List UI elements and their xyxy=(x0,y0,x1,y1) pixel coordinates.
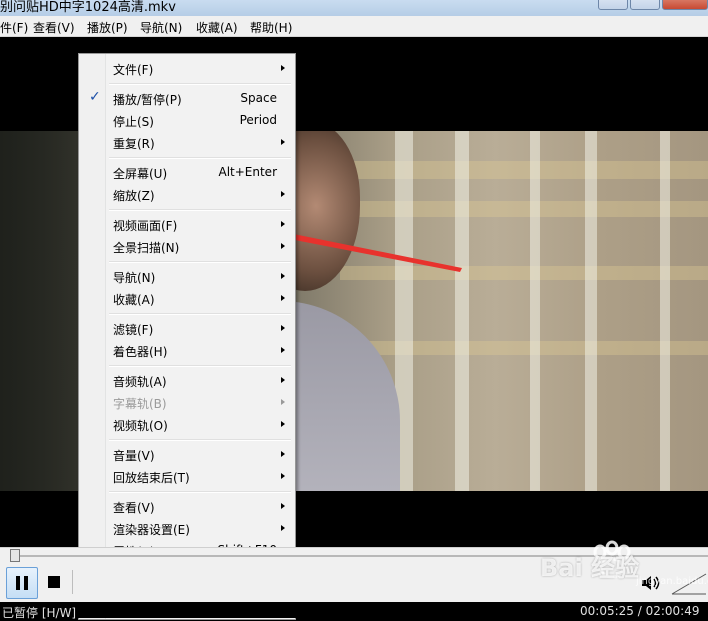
menu-item-view[interactable]: 查看(V) xyxy=(81,495,293,517)
submenu-arrow-icon xyxy=(281,473,285,479)
submenu-arrow-icon xyxy=(281,295,285,301)
close-button[interactable] xyxy=(662,0,708,10)
menu-item-label: 渲染器设置(E) xyxy=(113,523,190,537)
menu-item-zoom[interactable]: 缩放(Z) xyxy=(81,183,293,205)
menu-item-shortcut: Alt+Enter xyxy=(218,165,277,179)
submenu-arrow-icon xyxy=(281,503,285,509)
submenu-arrow-icon xyxy=(281,139,285,145)
playback-status: 已暂停 [H/W] xyxy=(2,606,77,620)
menu-separator xyxy=(109,157,291,159)
menu-item-label: 全景扫描(N) xyxy=(113,241,180,255)
menubar-favorites[interactable]: 收藏(A) xyxy=(196,19,238,36)
menu-item-navigate[interactable]: 导航(N) xyxy=(81,265,293,287)
menu-item-label: 字幕轨(B) xyxy=(113,397,167,411)
seek-thumb[interactable] xyxy=(10,549,20,562)
maximize-button[interactable] xyxy=(630,0,660,10)
menu-item-label: 停止(S) xyxy=(113,115,154,129)
menubar-play[interactable]: 播放(P) xyxy=(87,19,128,36)
pause-button[interactable] xyxy=(6,567,38,599)
menu-item-label: 回放结束后(T) xyxy=(113,471,190,485)
watermark: Bai 经验 jingyan.baidu.com xyxy=(540,540,708,590)
menu-item-repeat[interactable]: 重复(R) xyxy=(81,131,293,153)
menu-item-label: 全屏幕(U) xyxy=(113,167,168,181)
minimize-button[interactable] xyxy=(598,0,628,10)
menu-item-file[interactable]: 文件(F) xyxy=(81,57,293,79)
menu-item-subtitle-track: 字幕轨(B) xyxy=(81,391,293,413)
curtain-stripe xyxy=(530,131,540,491)
menu-separator xyxy=(109,439,291,441)
pause-icon xyxy=(24,576,28,590)
submenu-arrow-icon xyxy=(281,347,285,353)
menu-item-label: 导航(N) xyxy=(113,271,156,285)
menu-item-pan-scan[interactable]: 全景扫描(N) xyxy=(81,235,293,257)
submenu-arrow-icon xyxy=(281,273,285,279)
menu-item-stop[interactable]: 停止(S) Period xyxy=(81,109,293,131)
menu-item-label: 文件(F) xyxy=(113,63,154,77)
curtain-stripe xyxy=(585,131,597,491)
watermark-text: Bai 经验 xyxy=(540,554,640,582)
menu-item-label: 视频画面(F) xyxy=(113,219,178,233)
menu-item-label: 收藏(A) xyxy=(113,293,155,307)
menu-separator xyxy=(109,209,291,211)
menu-item-label: 滤镜(F) xyxy=(113,323,154,337)
menu-item-shortcut: Period xyxy=(239,113,277,127)
submenu-arrow-icon xyxy=(281,525,285,531)
menu-item-after-playback[interactable]: 回放结束后(T) xyxy=(81,465,293,487)
menubar-file[interactable]: 件(F) xyxy=(0,19,28,36)
submenu-arrow-icon xyxy=(281,325,285,331)
window-title: 别问贴HD中字1024高清.mkv xyxy=(0,0,176,15)
submenu-arrow-icon xyxy=(281,243,285,249)
menu-separator xyxy=(109,83,291,85)
menu-bar: 件(F) 查看(V) 播放(P) 导航(N) 收藏(A) 帮助(H) xyxy=(0,16,708,37)
context-menu: 文件(F) ✓ 播放/暂停(P) Space 停止(S) Period 重复(R) 全屏幕(U… xyxy=(78,53,296,620)
curtain-stripe xyxy=(455,131,469,491)
menu-separator xyxy=(109,491,291,493)
submenu-arrow-icon xyxy=(281,191,285,197)
menu-item-label: 查看(V) xyxy=(113,501,155,515)
submenu-arrow-icon xyxy=(281,65,285,71)
menu-item-label: 音频轨(A) xyxy=(113,375,167,389)
submenu-arrow-icon xyxy=(281,451,285,457)
menubar-view[interactable]: 查看(V) xyxy=(33,19,75,36)
divider xyxy=(72,570,73,594)
checkmark-icon: ✓ xyxy=(89,89,101,105)
menu-item-play-pause[interactable]: ✓ 播放/暂停(P) Space xyxy=(81,87,293,109)
submenu-arrow-icon xyxy=(281,421,285,427)
menu-item-favorites[interactable]: 收藏(A) xyxy=(81,287,293,309)
menu-item-label: 音量(V) xyxy=(113,449,155,463)
menu-item-fullscreen[interactable]: 全屏幕(U) Alt+Enter xyxy=(81,161,293,183)
menu-separator xyxy=(109,261,291,263)
menu-item-video-frame[interactable]: 视频画面(F) xyxy=(81,213,293,235)
menu-item-volume[interactable]: 音量(V) xyxy=(81,443,293,465)
watermark-url: jingyan.baidu.com xyxy=(636,576,708,587)
stop-icon xyxy=(48,576,60,588)
menu-separator xyxy=(109,365,291,367)
stop-button[interactable] xyxy=(40,567,68,597)
menu-item-filters[interactable]: 滤镜(F) xyxy=(81,317,293,339)
menu-item-label: 重复(R) xyxy=(113,137,155,151)
submenu-arrow-icon xyxy=(281,221,285,227)
menu-item-renderer-settings[interactable]: 渲染器设置(E) xyxy=(81,517,293,539)
pause-icon xyxy=(16,576,20,590)
menubar-navigate[interactable]: 导航(N) xyxy=(140,19,182,36)
menu-item-label: 播放/暂停(P) xyxy=(113,93,182,107)
window-controls xyxy=(596,0,708,10)
menu-item-video-track[interactable]: 视频轨(O) xyxy=(81,413,293,435)
menubar-help[interactable]: 帮助(H) xyxy=(250,19,292,36)
submenu-arrow-icon xyxy=(281,377,285,383)
menu-item-shortcut: Space xyxy=(240,91,277,105)
status-bar: 已暂停 [H/W] 00:05:25 / 02:00:49 xyxy=(0,602,708,620)
menu-item-audio-track[interactable]: 音频轨(A) xyxy=(81,369,293,391)
menu-item-shaders[interactable]: 着色器(H) xyxy=(81,339,293,361)
menu-separator xyxy=(109,313,291,315)
menu-item-label: 缩放(Z) xyxy=(113,189,155,203)
menu-item-label: 着色器(H) xyxy=(113,345,168,359)
curtain-stripe xyxy=(660,131,670,491)
submenu-arrow-icon xyxy=(281,399,285,405)
playback-time: 00:05:25 / 02:00:49 xyxy=(580,604,700,618)
menu-item-label: 视频轨(O) xyxy=(113,419,168,433)
title-bar: 别问贴HD中字1024高清.mkv xyxy=(0,0,708,16)
